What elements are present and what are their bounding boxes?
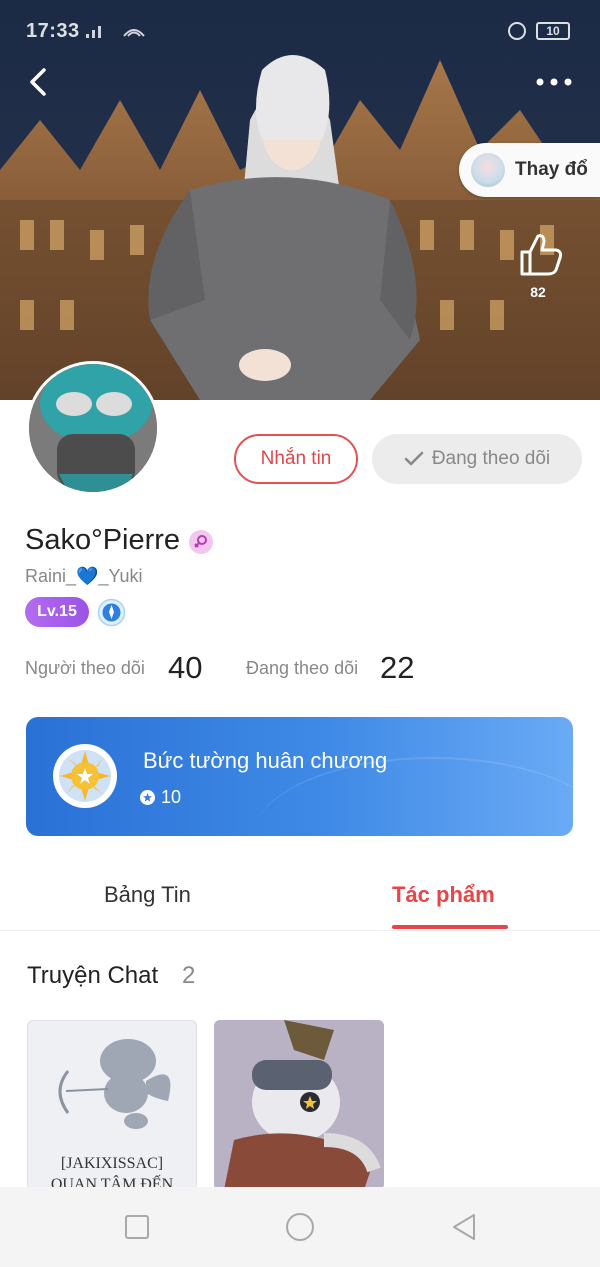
story-card[interactable]: [JAKIXISSAC] QUAN TÂM ĐẾN: [27, 1020, 197, 1190]
thumbs-up-icon: [520, 234, 562, 276]
like-button[interactable]: 82: [510, 230, 570, 305]
following-count[interactable]: 22: [380, 650, 414, 686]
change-outfit-button[interactable]: Thay đổ: [459, 143, 600, 197]
square-icon: [125, 1215, 149, 1239]
medal-count-icon: [140, 790, 155, 805]
skeleton-character-cover-image: [214, 1020, 384, 1190]
circle-icon: [286, 1213, 314, 1241]
like-count: 82: [530, 284, 546, 300]
blue-heart-emoji: 💙: [76, 566, 99, 586]
chevron-left-icon: [30, 68, 46, 96]
username-suffix: _Yuki: [98, 566, 143, 586]
followers-label[interactable]: Người theo dõi: [25, 658, 145, 679]
status-time: 17:33: [26, 20, 80, 42]
followers-count[interactable]: 40: [168, 650, 202, 686]
username: Raini_💙_Yuki: [25, 566, 143, 587]
display-name: Sako°Pierre: [25, 524, 181, 556]
outfit-thumbnail: [471, 153, 505, 187]
battery-icon: 10: [536, 22, 570, 40]
nav-recent-button[interactable]: [97, 1187, 177, 1267]
more-options-button[interactable]: [534, 68, 574, 96]
avatar-image: [29, 364, 157, 492]
system-nav-bar: [0, 1187, 600, 1267]
active-tab-indicator: [392, 925, 508, 929]
message-button[interactable]: Nhắn tin: [234, 434, 358, 484]
nav-home-button[interactable]: [260, 1187, 340, 1267]
rank-badge-icon[interactable]: [97, 598, 126, 627]
triangle-back-icon: [453, 1214, 475, 1240]
medal-wall-card[interactable]: Bức tường huân chương 10: [26, 717, 573, 836]
back-button[interactable]: [22, 62, 58, 102]
female-symbol-icon: [189, 530, 213, 554]
chat-stories-title: Truyện Chat: [27, 962, 159, 989]
more-dots-icon: [536, 78, 572, 86]
following-label[interactable]: Đang theo dõi: [246, 658, 358, 679]
story-card-cover-line1: [JAKIXISSAC]: [60, 1155, 164, 1172]
sun-medal-icon: [53, 744, 117, 808]
story-card[interactable]: [214, 1020, 384, 1190]
avatar[interactable]: [26, 361, 160, 495]
medal-count: 10: [161, 787, 182, 807]
story-card-cover-text: [JAKIXISSAC] QUAN TÂM ĐẾN: [28, 1153, 196, 1189]
following-button[interactable]: Đang theo dõi: [372, 434, 582, 484]
level-badge: Lv.15: [25, 597, 89, 627]
change-outfit-label: Thay đổ: [515, 159, 588, 180]
username-prefix: Raini_: [25, 566, 77, 586]
following-button-label: Đang theo dõi: [431, 448, 551, 469]
nav-back-button[interactable]: [424, 1187, 504, 1267]
tab-feed[interactable]: Bảng Tin: [104, 882, 191, 908]
alarm-icon: [508, 22, 526, 40]
profile-banner: 17:33 10 Thay đổ 82: [0, 0, 600, 400]
chat-stories-count: 2: [182, 962, 196, 989]
tab-works[interactable]: Tác phẩm: [392, 882, 495, 908]
medal-wall-title: Bức tường huân chương: [143, 748, 388, 773]
cupid-cover-image: [58, 1039, 171, 1129]
signal-icon: [84, 20, 154, 46]
status-bar: 17:33 10: [0, 0, 600, 62]
check-icon: [404, 451, 424, 466]
tab-divider: [0, 930, 600, 931]
